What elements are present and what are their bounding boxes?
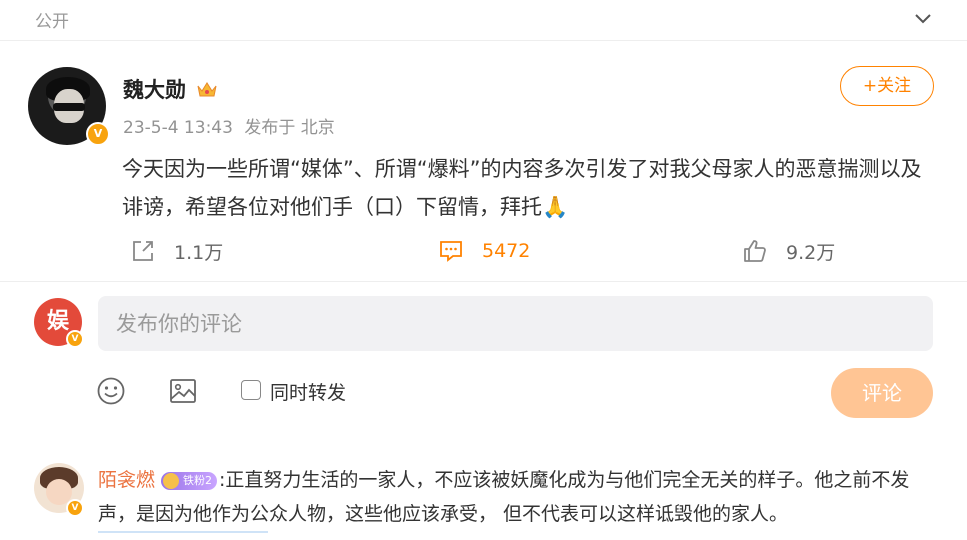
repost-count: 1.1万 xyxy=(174,241,224,264)
repost-button[interactable]: 1.1万 xyxy=(130,236,223,266)
comment-input[interactable] xyxy=(98,296,933,351)
like-button[interactable]: 9.2万 xyxy=(742,236,835,266)
comment-text: :正直努力生活的一家人，不应该被妖魔化成为与他们完全无关的样子。他之前不发声，是… xyxy=(98,469,910,525)
commenter-name[interactable]: 陌衾燃 xyxy=(98,469,155,491)
crown-icon xyxy=(197,82,217,97)
verified-badge-icon: V xyxy=(86,122,110,146)
thumbs-up-icon xyxy=(744,240,766,262)
chevron-down-icon[interactable] xyxy=(913,8,933,28)
post-timestamp[interactable]: 23-5-4 13:43 xyxy=(123,118,233,138)
submit-comment-button[interactable]: 评论 xyxy=(831,368,933,418)
post-content: 今天因为一些所谓“媒体”、所谓“爆料”的内容多次引发了对我父母家人的恶意揣测以及… xyxy=(122,157,922,219)
next-item-edge xyxy=(98,531,268,540)
post-location: 发布于 北京 xyxy=(244,118,335,138)
comment-icon xyxy=(440,241,462,262)
repost-checkbox[interactable] xyxy=(241,380,261,400)
post-meta: 23-5-4 13:43 发布于 北京 xyxy=(123,113,335,138)
comment-count: 5472 xyxy=(482,240,531,262)
comment-button[interactable]: 5472 xyxy=(438,236,530,266)
follow-button[interactable]: +关注 xyxy=(840,66,934,106)
repost-checkbox-label[interactable]: 同时转发 xyxy=(270,378,346,405)
visibility-bar[interactable]: 公开 xyxy=(0,0,967,41)
my-verified-badge-icon: V xyxy=(66,330,84,348)
visibility-label: 公开 xyxy=(35,12,69,32)
like-count: 9.2万 xyxy=(786,241,836,264)
comment-item: 陌衾燃 铁粉2:正直努力生活的一家人，不应该被妖魔化成为与他们完全无关的样子。他之… xyxy=(98,463,938,531)
author-name[interactable]: 魏大勋 xyxy=(123,74,186,104)
emoji-icon[interactable] xyxy=(96,376,126,406)
fan-badge: 铁粉2 xyxy=(161,472,218,490)
commenter-verified-badge-icon: V xyxy=(66,499,84,517)
repost-icon xyxy=(133,241,153,261)
image-icon[interactable] xyxy=(168,376,198,406)
divider xyxy=(0,281,967,282)
